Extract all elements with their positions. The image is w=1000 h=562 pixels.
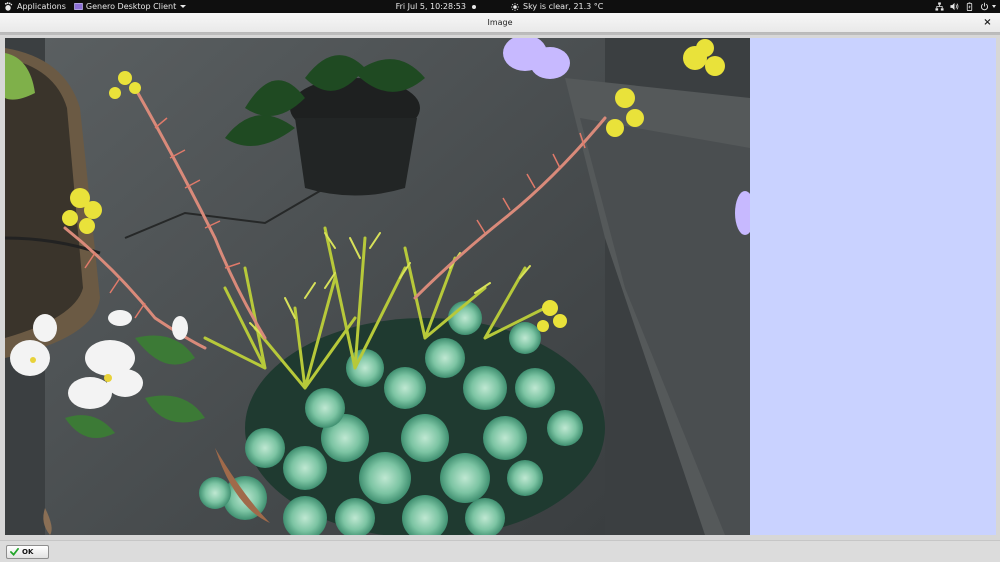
battery-icon (966, 2, 973, 11)
app-name: Genero Desktop Client (85, 2, 177, 11)
empty-side-panel (750, 38, 996, 535)
photo-drawing (5, 38, 750, 535)
applications-label: Applications (17, 2, 66, 11)
notification-dot-icon (471, 4, 476, 9)
chevron-down-icon (180, 5, 187, 8)
photo-image (5, 38, 750, 535)
ok-button[interactable]: OK (6, 545, 49, 559)
ok-label: OK (22, 548, 34, 556)
volume-icon (950, 2, 959, 11)
clock-text: Fri Jul 5, 10:28:53 (395, 2, 466, 11)
network-icon (935, 2, 944, 11)
gnome-foot-icon (4, 2, 13, 11)
app-menu[interactable]: Genero Desktop Client (70, 0, 190, 13)
weather-sun-icon (510, 2, 519, 11)
applications-menu[interactable]: Applications (0, 0, 70, 13)
chevron-down-icon (992, 5, 996, 8)
clock[interactable]: Fri Jul 5, 10:28:53 (393, 0, 479, 13)
system-top-bar: Applications Genero Desktop Client Fri J… (0, 0, 1000, 13)
weather-text: Sky is clear, 21.3 °C (522, 2, 604, 11)
close-icon[interactable]: × (980, 15, 995, 30)
dialog-content (0, 35, 1000, 540)
system-status-area[interactable] (935, 0, 996, 13)
window-title: Image (487, 18, 513, 27)
genero-app-icon (74, 3, 83, 10)
weather-indicator[interactable]: Sky is clear, 21.3 °C (507, 0, 607, 13)
checkmark-icon (10, 548, 19, 556)
power-icon (981, 2, 988, 11)
dialog-button-bar: OK (0, 540, 1000, 562)
window-title-bar[interactable]: Image × (0, 13, 1000, 33)
